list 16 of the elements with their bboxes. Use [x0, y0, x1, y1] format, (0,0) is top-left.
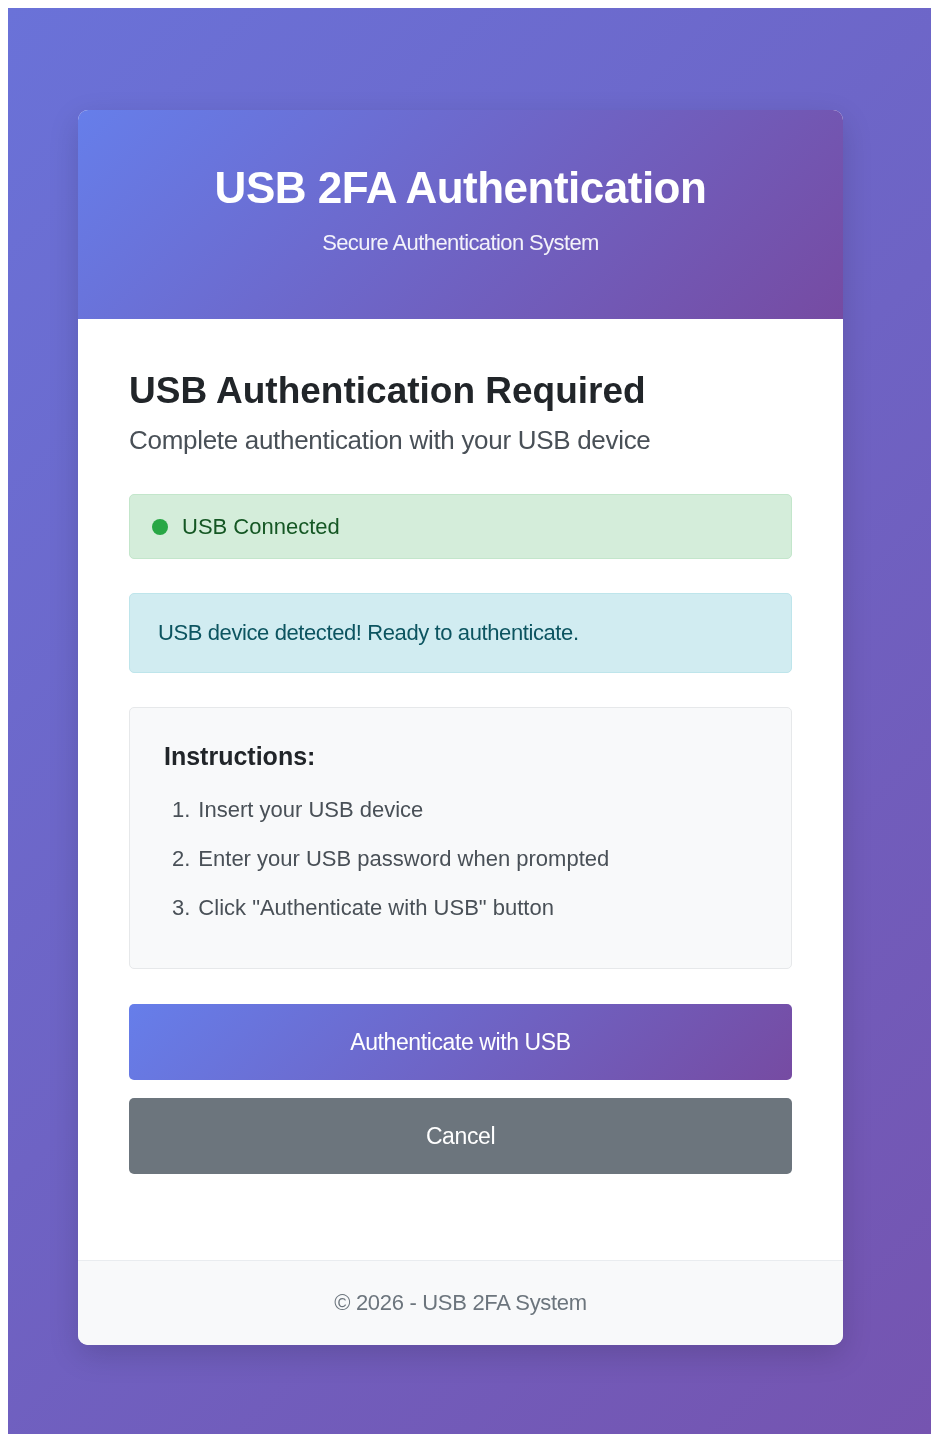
status-label: USB Connected [182, 513, 340, 540]
instructions-title: Instructions: [164, 742, 317, 771]
page-heading: USB Authentication Required [129, 369, 647, 413]
authenticate-button[interactable]: Authenticate with USB [129, 1004, 792, 1080]
step-text: Insert your USB device [198, 797, 424, 822]
footer-text: © 2026 - USB 2FA System [334, 1290, 587, 1316]
step-number: 3. [172, 895, 191, 920]
app-title: USB 2FA Authentication [213, 162, 708, 214]
page-description: Complete authentication with your USB device [129, 425, 652, 456]
step-text: Enter your USB password when prompted [198, 846, 610, 871]
step-number: 2. [172, 846, 191, 871]
cancel-button[interactable]: Cancel [129, 1098, 792, 1174]
step-number: 1. [172, 797, 191, 822]
app-subtitle: Secure Authentication System [321, 230, 600, 256]
alert-text: USB device detected! Ready to authenticate. [158, 620, 579, 646]
step-text: Click "Authenticate with USB" button [198, 895, 554, 920]
